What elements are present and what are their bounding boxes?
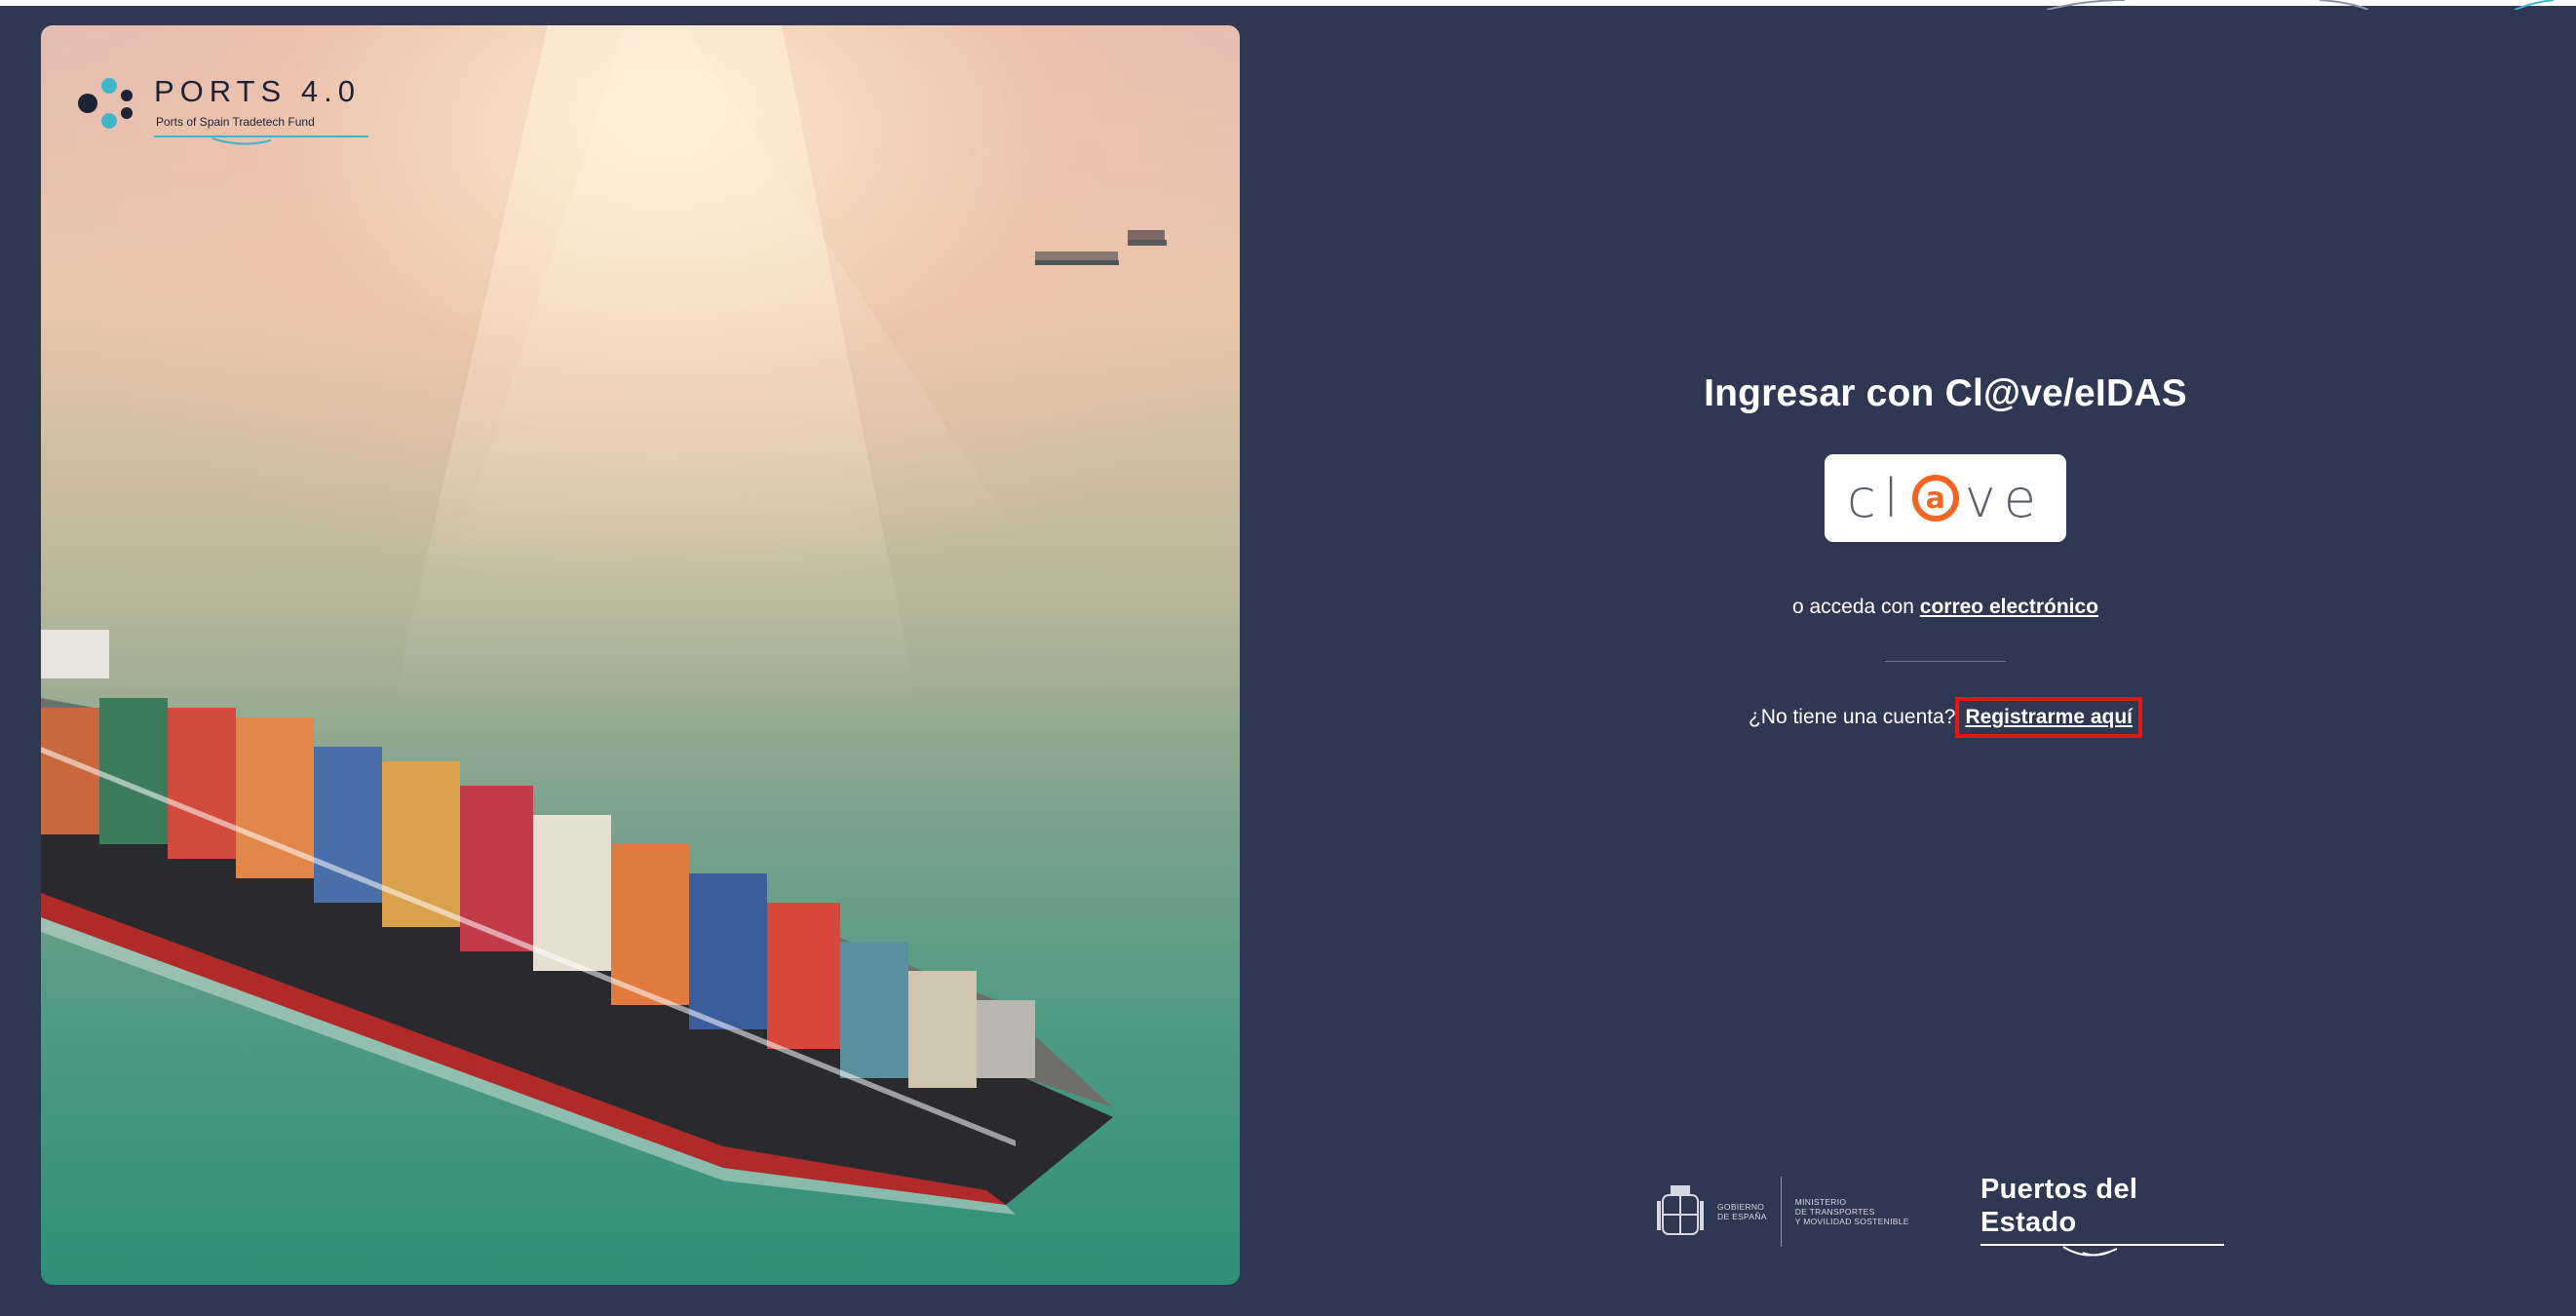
hero-image: PORTS 4.0 Ports of Spain Tradetech Fund [41, 25, 1240, 1285]
register-prefix: ¿No tiene una cuenta? [1748, 706, 1956, 728]
register-link[interactable]: Registrarme aquí [1955, 697, 2143, 738]
corner-decoration [2046, 0, 2555, 10]
puertos-del-estado-text: Puertos del Estado [1980, 1174, 2138, 1238]
gov-text: GOBIERNO DE ESPAÑA [1717, 1202, 1767, 1221]
register-line: ¿No tiene una cuenta? Registrarme aquí [1653, 697, 2238, 738]
wave-icon [154, 135, 368, 145]
container-ship-illustration [41, 25, 1167, 1215]
ports-logo-icon [78, 78, 133, 129]
alt-login-line: o acceda con correo electrónico [1653, 593, 2238, 622]
footer-logos: GOBIERNO DE ESPAÑA MINISTERIO DE TRANSPO… [1657, 1165, 2242, 1257]
ports-logo-text: PORTS 4.0 [154, 74, 361, 108]
ministry-text: MINISTERIO DE TRANSPORTES Y MOVILIDAD SO… [1794, 1197, 1909, 1226]
alt-login-prefix: o acceda con [1791, 596, 1914, 618]
ports-logo-tagline: Ports of Spain Tradetech Fund [156, 115, 315, 129]
email-login-link[interactable]: correo electrónico [1920, 596, 2098, 618]
login-title: Ingresar con Cl@ve/eIDAS [1704, 372, 2187, 414]
clave-logo-icon: cl [1847, 467, 1906, 529]
login-panel: Ingresar con Cl@ve/eIDAS cl a ve o acceda … [1653, 367, 2238, 756]
puertos-del-estado-logo: Puertos del Estado [1980, 1173, 2234, 1257]
ports-logo: PORTS 4.0 Ports of Spain Tradetech Fund [76, 64, 368, 172]
government-logo: GOBIERNO DE ESPAÑA MINISTERIO DE TRANSPO… [1657, 1173, 1940, 1251]
clave-at-icon: a [1911, 475, 1959, 522]
gov-separator [1780, 1177, 1782, 1247]
divider [1885, 661, 2006, 662]
puertos-wave-icon [1980, 1244, 2224, 1257]
clave-login-button[interactable]: cl a ve [1825, 454, 2066, 542]
coat-of-arms-icon [1657, 1185, 1704, 1235]
